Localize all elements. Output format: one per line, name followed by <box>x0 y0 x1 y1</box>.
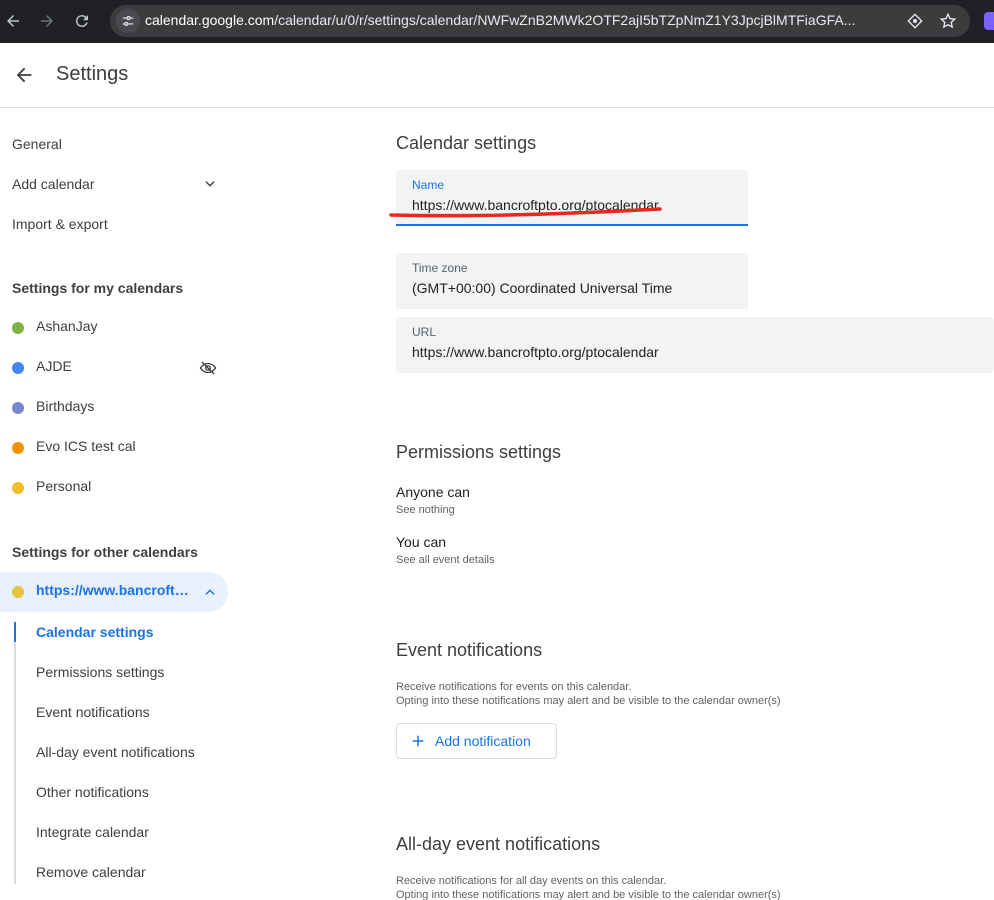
calendar-color-dot <box>12 442 24 454</box>
permissions-settings-title: Permissions settings <box>396 442 562 462</box>
address-bar[interactable]: calendar.google.com/calendar/u/0/r/setti… <box>110 5 970 37</box>
you-can-value: See all event details <box>396 554 495 566</box>
subnav-integrate-calendar[interactable]: Integrate calendar <box>36 824 149 840</box>
sidebar-calendar-ashanjay[interactable]: AshanJay <box>0 308 228 348</box>
sidebar-item-general[interactable]: General <box>12 134 62 154</box>
calendar-color-dot <box>12 482 24 494</box>
subnav-other-notifications[interactable]: Other notifications <box>36 784 149 800</box>
calendar-name: https://www.bancroftpto.org/ptocalendar <box>36 582 196 598</box>
calendar-name: Birthdays <box>36 398 95 414</box>
settings-sidebar: General Add calendar Import & export Set… <box>0 108 240 900</box>
you-can-label: You can <box>396 534 447 550</box>
calendar-name: Personal <box>36 478 92 494</box>
reload-icon[interactable] <box>69 8 95 34</box>
calendar-name: AshanJay <box>36 318 98 334</box>
anyone-can-label: Anyone can <box>396 484 470 500</box>
page-title: Settings <box>56 63 129 85</box>
settings-header: Settings <box>0 43 994 108</box>
subnav-remove-calendar[interactable]: Remove calendar <box>36 864 146 880</box>
extension-badge[interactable] <box>984 12 994 30</box>
plus-icon <box>409 732 427 750</box>
event-notifications-desc-2: Opting into these notifications may aler… <box>396 695 781 707</box>
calendar-color-dot <box>12 586 24 598</box>
event-notifications-title: Event notifications <box>396 640 543 660</box>
url-field: URL https://www.bancroftpto.org/ptocalen… <box>396 317 994 373</box>
browser-forward-icon[interactable] <box>34 8 60 34</box>
sidebar-calendar-birthdays[interactable]: Birthdays <box>0 388 228 428</box>
red-underline-annotation <box>389 207 662 218</box>
allday-notifications-title: All-day event notifications <box>396 834 601 854</box>
subnav-track <box>14 622 16 884</box>
sidebar-calendar-bancroftpto[interactable]: https://www.bancroftpto.org/ptocalendar <box>0 572 228 612</box>
subnav-event-notifications[interactable]: Event notifications <box>36 704 150 720</box>
timezone-field-label: Time zone <box>412 261 468 275</box>
browser-toolbar: calendar.google.com/calendar/u/0/r/setti… <box>0 0 994 43</box>
calendar-color-dot <box>12 322 24 334</box>
allday-notifications-desc-2: Opting into these notifications may aler… <box>396 889 781 900</box>
site-settings-icon[interactable] <box>116 9 140 33</box>
sidebar-calendar-ajde[interactable]: AJDE <box>0 348 228 388</box>
star-icon[interactable] <box>938 11 958 31</box>
my-calendars-heading: Settings for my calendars <box>12 280 184 296</box>
chevron-up-icon[interactable] <box>200 582 220 602</box>
calendar-name: AJDE <box>36 358 72 374</box>
timezone-field: Time zone (GMT+00:00) Coordinated Univer… <box>396 253 748 309</box>
url-host: calendar.google.com <box>145 12 275 28</box>
subnav-allday-notifications[interactable]: All-day event notifications <box>36 744 195 760</box>
chevron-down-icon[interactable] <box>200 174 220 194</box>
visibility-off-icon[interactable] <box>198 358 218 378</box>
event-notifications-desc: Receive notifications for events on this… <box>396 681 632 693</box>
allday-notifications-desc: Receive notifications for all day events… <box>396 875 667 887</box>
calendar-color-dot <box>12 402 24 414</box>
address-url: calendar.google.com/calendar/u/0/r/setti… <box>145 12 895 28</box>
calendar-settings-title: Calendar settings <box>396 133 537 153</box>
sidebar-item-import-export[interactable]: Import & export <box>12 214 108 234</box>
anyone-can-value: See nothing <box>396 504 455 516</box>
subnav-calendar-settings[interactable]: Calendar settings <box>36 624 153 640</box>
arrow-back-icon[interactable] <box>10 61 38 89</box>
calendar-color-dot <box>12 362 24 374</box>
subnav-permissions-settings[interactable]: Permissions settings <box>36 664 164 680</box>
calendar-name: Evo ICS test cal <box>36 438 136 454</box>
sidebar-item-add-calendar[interactable]: Add calendar <box>12 174 95 194</box>
name-field-label: Name <box>412 178 445 192</box>
browser-back-icon[interactable] <box>0 8 26 34</box>
sidebar-calendar-evo-ics[interactable]: Evo ICS test cal <box>0 428 228 468</box>
url-field-value: https://www.bancroftpto.org/ptocalendar <box>412 344 659 360</box>
extension-icon[interactable] <box>905 11 925 31</box>
add-notification-button[interactable]: Add notification <box>396 723 557 759</box>
url-path: /calendar/u/0/r/settings/calendar/NWFwZn… <box>274 12 856 28</box>
sidebar-calendar-personal[interactable]: Personal <box>0 468 228 508</box>
other-calendars-heading: Settings for other calendars <box>12 544 198 560</box>
add-notification-label: Add notification <box>435 733 531 749</box>
subnav-active-indicator <box>14 622 16 642</box>
url-field-label: URL <box>412 325 437 339</box>
timezone-field-value: (GMT+00:00) Coordinated Universal Time <box>412 280 673 296</box>
